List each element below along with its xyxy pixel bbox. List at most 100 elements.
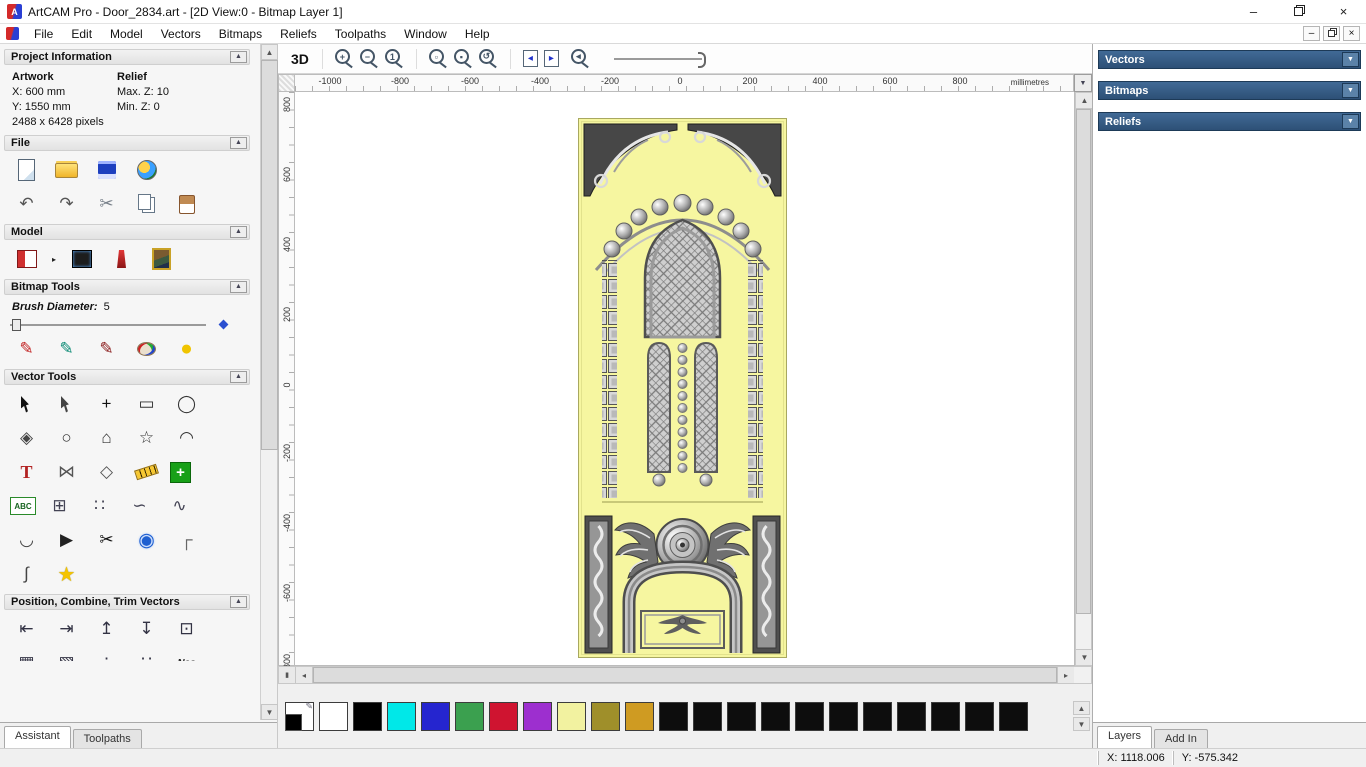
tab-toolpaths[interactable]: Toolpaths xyxy=(72,729,142,749)
next-bitmap-layer-icon[interactable]: ▸ xyxy=(543,50,559,67)
collapse-model-button[interactable]: ▲ xyxy=(230,226,247,238)
collapse-project-info-button[interactable]: ▲ xyxy=(230,51,247,63)
close-button[interactable]: × xyxy=(1321,0,1366,23)
primary-colour-swatch[interactable] xyxy=(285,701,314,731)
palette-swatch-8[interactable] xyxy=(557,701,586,731)
slider-thumb[interactable] xyxy=(12,318,21,331)
scroll-right-icon[interactable]: ▸ xyxy=(1057,667,1074,683)
transform-vectors-icon[interactable]: + xyxy=(90,390,123,418)
interactive-distortion-icon[interactable]: ◉ xyxy=(130,526,163,554)
vector-doctor-icon[interactable]: ▶ xyxy=(50,526,83,554)
restore-button[interactable] xyxy=(1276,0,1321,23)
node-editing-icon[interactable] xyxy=(50,390,83,418)
palette-swatch-6[interactable] xyxy=(489,701,518,731)
join-vectors-icon[interactable]: ◡ xyxy=(10,526,43,554)
scrollbar-thumb[interactable] xyxy=(313,667,1057,683)
create-rectangle-icon[interactable]: ▭ xyxy=(130,390,163,418)
collapse-file-button[interactable]: ▲ xyxy=(230,137,247,149)
menu-vectors[interactable]: Vectors xyxy=(152,25,210,43)
export-model-icon[interactable] xyxy=(130,156,163,184)
previous-bitmap-layer-icon[interactable]: ◂ xyxy=(522,50,538,67)
palette-swatch-7[interactable] xyxy=(523,701,552,731)
palette-swatch-18[interactable] xyxy=(897,701,926,731)
palette-swatch-15[interactable] xyxy=(795,701,824,731)
menu-toolpaths[interactable]: Toolpaths xyxy=(326,25,395,43)
slice-vectors-icon[interactable]: ∴ xyxy=(90,649,123,661)
wrap-text-abc-icon[interactable]: ABC xyxy=(10,497,36,515)
paint-brush-icon[interactable]: ✎ xyxy=(10,335,43,363)
canvas-horizontal-scrollbar[interactable]: ▮ ◂ ▸ xyxy=(278,666,1092,684)
canvas-vertical-scrollbar[interactable]: ▲ ▼ xyxy=(1075,92,1093,666)
paste-icon[interactable] xyxy=(170,190,203,218)
minimize-button[interactable]: – xyxy=(1231,0,1276,23)
draw-icon[interactable]: ✎ xyxy=(90,335,123,363)
vectors-section-bar[interactable]: Vectors ▼ xyxy=(1098,50,1361,69)
paint-all-icon[interactable]: ✎ xyxy=(50,335,83,363)
scroll-left-icon[interactable]: ◂ xyxy=(296,667,313,683)
palette-swatch-20[interactable] xyxy=(965,701,994,731)
child-restore-button[interactable] xyxy=(1323,26,1340,41)
create-polyline-icon[interactable]: ◈ xyxy=(10,424,43,452)
bitmaps-dropdown-button[interactable]: ▼ xyxy=(1342,83,1359,98)
magic-star-icon[interactable]: ★ xyxy=(50,560,83,588)
menu-model[interactable]: Model xyxy=(101,25,152,43)
menu-edit[interactable]: Edit xyxy=(62,25,101,43)
scroll-down-icon[interactable]: ▼ xyxy=(1076,649,1093,665)
create-ellipse-icon[interactable]: ◯ xyxy=(170,390,203,418)
child-close-button[interactable]: × xyxy=(1343,26,1360,41)
scrollbar-thumb[interactable] xyxy=(261,60,278,450)
trim-vectors-icon[interactable]: ✂ xyxy=(90,526,123,554)
zoom-out-icon[interactable]: − xyxy=(359,49,375,64)
palette-swatch-14[interactable] xyxy=(761,701,790,731)
palette-swatch-9[interactable] xyxy=(591,701,620,731)
freeform-wave-icon[interactable]: ∿ xyxy=(163,492,196,520)
model-lighthouse-icon[interactable] xyxy=(105,245,138,273)
model-flyout-arrow-icon[interactable]: ▸ xyxy=(50,245,58,273)
zoom-1to1-icon[interactable]: 1 xyxy=(384,49,400,64)
save-model-icon[interactable] xyxy=(90,156,123,184)
create-polygon-icon[interactable]: ⌂ xyxy=(90,424,123,452)
create-circle-icon[interactable]: ○ xyxy=(50,424,83,452)
load-bitmap-icon[interactable] xyxy=(145,245,178,273)
palette-swatch-17[interactable] xyxy=(863,701,892,731)
flood-fill-icon[interactable]: ● xyxy=(170,335,203,363)
palette-swatch-1[interactable] xyxy=(319,701,348,731)
adjust-model-icon[interactable] xyxy=(65,245,98,273)
zoom-last-icon[interactable]: ↺ xyxy=(478,49,494,64)
vectors-dropdown-button[interactable]: ▼ xyxy=(1342,52,1359,67)
scroll-up-icon[interactable]: ▲ xyxy=(261,44,278,60)
view-3d-button[interactable]: 3D xyxy=(286,49,314,69)
palette-swatch-19[interactable] xyxy=(931,701,960,731)
document-icon[interactable] xyxy=(6,27,19,40)
paste-grid-icon[interactable]: ⊞ xyxy=(43,492,76,520)
collapse-bitmap-tools-button[interactable]: ▲ xyxy=(230,281,247,293)
scroll-up-icon[interactable]: ▲ xyxy=(1076,93,1093,109)
array-copy-icon[interactable]: ∷ xyxy=(130,649,163,661)
palette-swatch-13[interactable] xyxy=(727,701,756,731)
colour-palette-icon[interactable] xyxy=(130,335,163,363)
brush-diameter-slider[interactable] xyxy=(0,315,254,332)
reliefs-dropdown-button[interactable]: ▼ xyxy=(1342,114,1359,129)
block-paste-icon[interactable]: + xyxy=(170,461,191,483)
set-model-size-icon[interactable] xyxy=(10,245,43,273)
line-width-slider[interactable] xyxy=(613,51,706,68)
menu-reliefs[interactable]: Reliefs xyxy=(271,25,326,43)
align-left-edges-icon[interactable]: ⇤ xyxy=(10,615,43,643)
align-bottom-edges-icon[interactable]: ↧ xyxy=(130,615,163,643)
select-vectors-icon[interactable] xyxy=(10,390,43,418)
weld-vectors-icon[interactable]: ▦ xyxy=(10,649,43,661)
menu-file[interactable]: File xyxy=(25,25,62,43)
fit-curve-icon[interactable]: ∽ xyxy=(123,492,156,520)
create-arc-icon[interactable]: ◠ xyxy=(170,424,203,452)
menu-window[interactable]: Window xyxy=(395,25,456,43)
tab-layers[interactable]: Layers xyxy=(1097,726,1153,748)
palette-scroll-down-icon[interactable]: ▼ xyxy=(1073,717,1090,731)
create-star-icon[interactable]: ☆ xyxy=(130,424,163,452)
offset-vectors-icon[interactable]: ◇ xyxy=(90,458,123,486)
palette-swatch-16[interactable] xyxy=(829,701,858,731)
measure-tool-icon[interactable] xyxy=(130,458,163,486)
palette-swatch-3[interactable] xyxy=(387,701,416,731)
collapse-vector-tools-button[interactable]: ▲ xyxy=(230,371,247,383)
subtract-vectors-icon[interactable]: ▧ xyxy=(50,649,83,661)
menu-bitmaps[interactable]: Bitmaps xyxy=(210,25,271,43)
